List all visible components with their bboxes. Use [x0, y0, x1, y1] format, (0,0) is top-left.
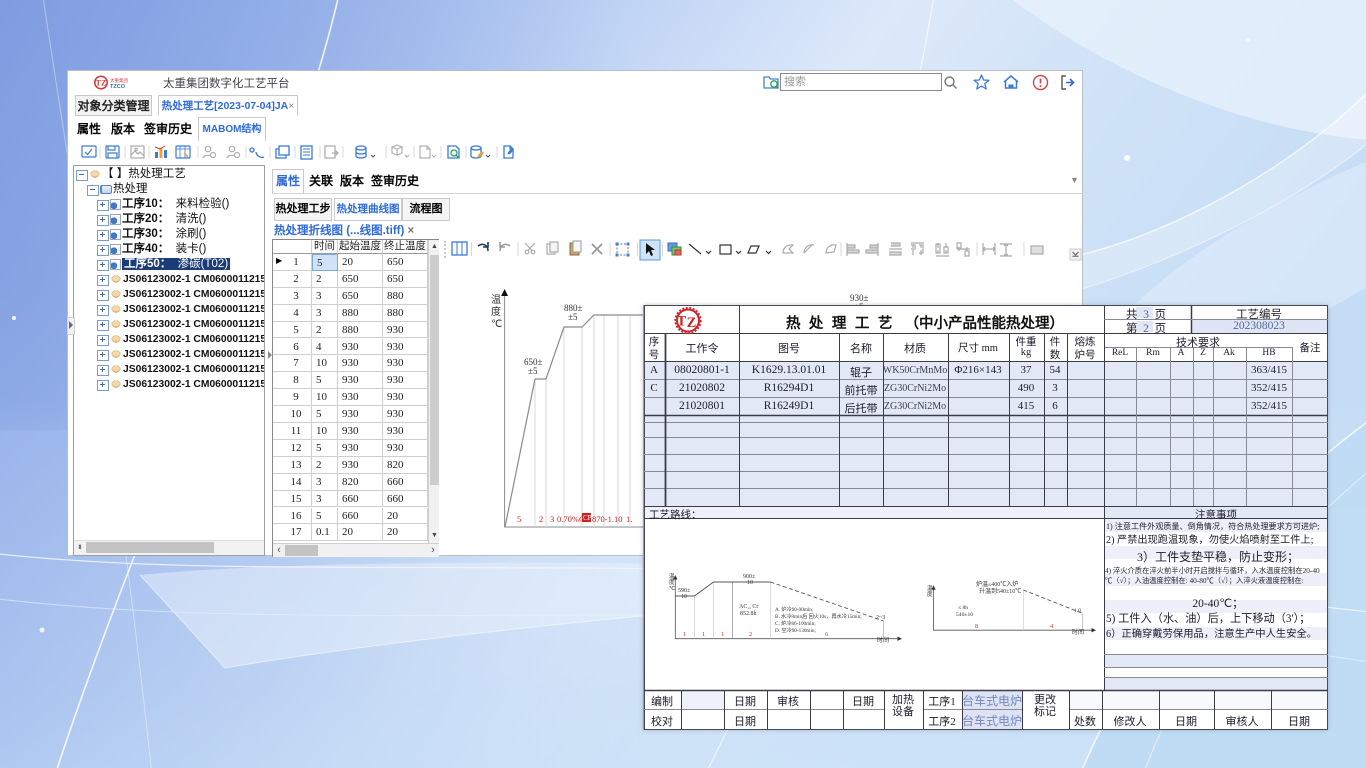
svg-text:时间: 时间 [877, 636, 889, 644]
svg-text:3: 3 [550, 514, 554, 524]
svg-text:T: T [677, 314, 687, 330]
svg-text:度: 度 [669, 578, 675, 586]
svg-text:温: 温 [927, 584, 933, 592]
svg-text:1: 1 [683, 631, 686, 638]
svg-text:6: 6 [825, 631, 829, 638]
svg-text:0.70%C: 0.70%C [557, 514, 585, 524]
svg-text:度: 度 [491, 305, 501, 318]
svg-text:1.0: 1.0 [1074, 608, 1081, 614]
svg-text:8: 8 [975, 623, 978, 630]
svg-text:C. 炉冷80-100min;: C. 炉冷80-100min; [775, 619, 816, 627]
svg-text:1: 1 [702, 631, 705, 638]
svg-text:±5: ±5 [568, 312, 578, 322]
svg-text:B. 水冷8min后 回火10s，再水冷15min;: B. 水冷8min后 回火10s，再水冷15min; [775, 612, 862, 620]
svg-text:4: 4 [1050, 623, 1054, 630]
svg-text:℃: ℃ [669, 586, 676, 592]
svg-text:10: 10 [681, 594, 687, 600]
svg-text:温: 温 [669, 572, 675, 580]
svg-text:度: 度 [927, 590, 933, 598]
svg-text:时间: 时间 [1072, 628, 1084, 636]
svg-text:℃: ℃ [491, 319, 502, 330]
svg-text:CP: CP [583, 514, 592, 522]
svg-text:温: 温 [491, 294, 501, 306]
svg-text:升温到540±10℃: 升温到540±10℃ [979, 587, 1021, 595]
svg-text:2~3: 2~3 [876, 615, 885, 621]
svg-text:AC₁, Cr: AC₁, Cr [739, 604, 758, 610]
svg-text:±5: ±5 [528, 366, 538, 376]
svg-text:炉温≤400℃入炉: 炉温≤400℃入炉 [976, 580, 1018, 588]
svg-text:10: 10 [747, 580, 753, 586]
svg-text:2: 2 [539, 514, 543, 524]
svg-text:D. 空冷90-130min;: D. 空冷90-130min; [775, 626, 816, 634]
svg-text:TZ: TZ [96, 79, 107, 88]
svg-text:5: 5 [517, 514, 521, 524]
svg-text:太重集团: 太重集团 [110, 77, 128, 84]
svg-text:540±10: 540±10 [956, 612, 973, 618]
svg-text:Z: Z [687, 315, 697, 331]
svg-text:2: 2 [749, 631, 752, 638]
svg-text:1: 1 [721, 631, 724, 638]
svg-text:870-1.10: 870-1.10 [592, 514, 622, 524]
svg-text:1.: 1. [626, 514, 632, 524]
svg-text:A. 炉冷90-90min;: A. 炉冷90-90min; [775, 605, 814, 613]
svg-text:≤ 8h: ≤ 8h [958, 605, 968, 611]
svg-text:TZCO: TZCO [110, 84, 126, 90]
svg-text:852.8h: 852.8h [740, 611, 757, 617]
